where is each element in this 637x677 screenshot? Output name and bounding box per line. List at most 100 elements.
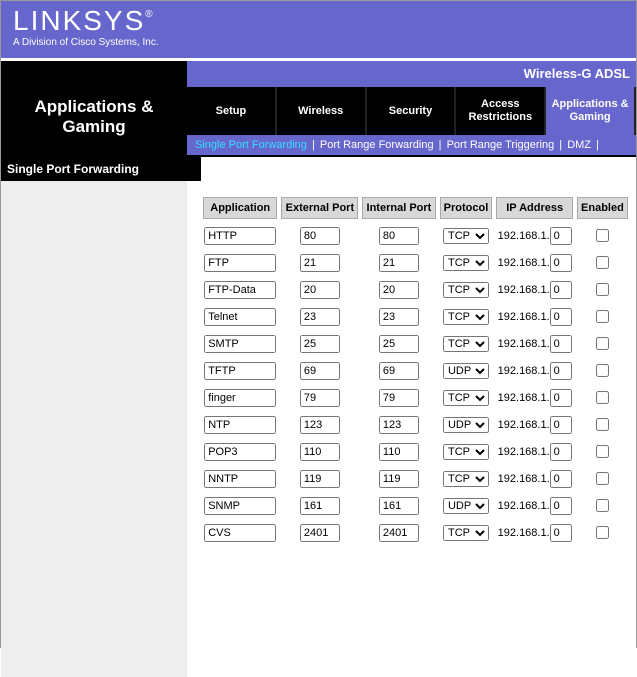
enabled-checkbox[interactable]: [596, 445, 609, 458]
ip-last-octet-input[interactable]: [550, 470, 572, 488]
ip-prefix: 192.168.1.: [498, 500, 550, 512]
external-port-input[interactable]: [300, 227, 340, 245]
application-input[interactable]: [204, 335, 276, 353]
subtab-port-range-triggering[interactable]: Port Range Triggering: [447, 139, 555, 151]
protocol-select[interactable]: TCPUDP: [443, 471, 489, 487]
protocol-select[interactable]: TCPUDP: [443, 390, 489, 406]
enabled-checkbox[interactable]: [596, 526, 609, 539]
enabled-checkbox[interactable]: [596, 310, 609, 323]
table-row: TCPUDP192.168.1.: [203, 468, 628, 489]
external-port-input[interactable]: [300, 497, 340, 515]
tab-security[interactable]: Security: [367, 87, 457, 135]
internal-port-input[interactable]: [379, 470, 419, 488]
device-strip: Wireless-G ADSL: [1, 61, 636, 87]
internal-port-input[interactable]: [379, 335, 419, 353]
subtab-single-port-forwarding[interactable]: Single Port Forwarding: [195, 139, 307, 151]
internal-port-input[interactable]: [379, 497, 419, 515]
enabled-checkbox[interactable]: [596, 364, 609, 377]
ip-last-octet-input[interactable]: [550, 416, 572, 434]
brand-subtitle: A Division of Cisco Systems, Inc.: [13, 37, 624, 48]
enabled-checkbox[interactable]: [596, 472, 609, 485]
tab-applications-gaming[interactable]: Applications & Gaming: [546, 87, 636, 135]
external-port-input[interactable]: [300, 254, 340, 272]
protocol-select[interactable]: TCPUDP: [443, 282, 489, 298]
ip-last-octet-input[interactable]: [550, 335, 572, 353]
sub-tabs: Single Port Forwarding | Port Range Forw…: [187, 135, 636, 157]
application-input[interactable]: [204, 524, 276, 542]
application-input[interactable]: [204, 443, 276, 461]
ip-prefix: 192.168.1.: [498, 419, 550, 431]
ip-prefix: 192.168.1.: [498, 230, 550, 242]
external-port-input[interactable]: [300, 470, 340, 488]
enabled-checkbox[interactable]: [596, 283, 609, 296]
ip-last-octet-input[interactable]: [550, 497, 572, 515]
internal-port-input[interactable]: [379, 254, 419, 272]
table-row: TCPUDP 192.168.1.: [203, 279, 628, 300]
ip-last-octet-input[interactable]: [550, 389, 572, 407]
ip-prefix: 192.168.1.: [498, 446, 550, 458]
table-row: TCPUDP192.168.1.: [203, 387, 628, 408]
ip-last-octet-input[interactable]: [550, 281, 572, 299]
protocol-select[interactable]: TCPUDP: [443, 336, 489, 352]
external-port-input[interactable]: [300, 416, 340, 434]
internal-port-input[interactable]: [379, 227, 419, 245]
ip-last-octet-input[interactable]: [550, 227, 572, 245]
ip-last-octet-input[interactable]: [550, 443, 572, 461]
protocol-select[interactable]: TCPUDP: [443, 417, 489, 433]
internal-port-input[interactable]: [379, 524, 419, 542]
protocol-select[interactable]: TCPUDP: [443, 444, 489, 460]
ip-prefix: 192.168.1.: [498, 284, 550, 296]
application-input[interactable]: [204, 497, 276, 515]
table-row: TCPUDP 192.168.1.: [203, 360, 628, 381]
subtab-dmz[interactable]: DMZ: [567, 139, 591, 151]
table-row: TCPUDP 192.168.1.: [203, 225, 628, 246]
application-input[interactable]: [204, 227, 276, 245]
enabled-checkbox[interactable]: [596, 337, 609, 350]
ip-prefix: 192.168.1.: [498, 338, 550, 350]
protocol-select[interactable]: TCPUDP: [443, 498, 489, 514]
tab-access-restrictions[interactable]: Access Restrictions: [456, 87, 546, 135]
external-port-input[interactable]: [300, 281, 340, 299]
external-port-input[interactable]: [300, 362, 340, 380]
application-input[interactable]: [204, 254, 276, 272]
ip-last-octet-input[interactable]: [550, 308, 572, 326]
enabled-checkbox[interactable]: [596, 391, 609, 404]
external-port-input[interactable]: [300, 389, 340, 407]
ip-prefix: 192.168.1.: [498, 257, 550, 269]
enabled-checkbox[interactable]: [596, 499, 609, 512]
protocol-select[interactable]: TCPUDP: [443, 525, 489, 541]
application-input[interactable]: [204, 416, 276, 434]
subtab-divider: |: [554, 139, 567, 151]
tab-setup[interactable]: Setup: [187, 87, 277, 135]
enabled-checkbox[interactable]: [596, 256, 609, 269]
application-input[interactable]: [204, 389, 276, 407]
application-input[interactable]: [204, 470, 276, 488]
internal-port-input[interactable]: [379, 443, 419, 461]
internal-port-input[interactable]: [379, 308, 419, 326]
ip-prefix: 192.168.1.: [498, 365, 550, 377]
application-input[interactable]: [204, 362, 276, 380]
internal-port-input[interactable]: [379, 416, 419, 434]
internal-port-input[interactable]: [379, 362, 419, 380]
external-port-input[interactable]: [300, 524, 340, 542]
protocol-select[interactable]: TCPUDP: [443, 309, 489, 325]
enabled-checkbox[interactable]: [596, 418, 609, 431]
ip-last-octet-input[interactable]: [550, 362, 572, 380]
external-port-input[interactable]: [300, 308, 340, 326]
subtab-divider: |: [591, 139, 601, 151]
internal-port-input[interactable]: [379, 389, 419, 407]
application-input[interactable]: [204, 281, 276, 299]
protocol-select[interactable]: TCPUDP: [443, 228, 489, 244]
external-port-input[interactable]: [300, 443, 340, 461]
internal-port-input[interactable]: [379, 281, 419, 299]
protocol-select[interactable]: TCPUDP: [443, 363, 489, 379]
application-input[interactable]: [204, 308, 276, 326]
enabled-checkbox[interactable]: [596, 229, 609, 242]
table-row: TCPUDP 192.168.1.: [203, 252, 628, 273]
protocol-select[interactable]: TCPUDP: [443, 255, 489, 271]
subtab-port-range-forwarding[interactable]: Port Range Forwarding: [320, 139, 434, 151]
ip-last-octet-input[interactable]: [550, 254, 572, 272]
ip-last-octet-input[interactable]: [550, 524, 572, 542]
tab-wireless[interactable]: Wireless: [277, 87, 367, 135]
external-port-input[interactable]: [300, 335, 340, 353]
